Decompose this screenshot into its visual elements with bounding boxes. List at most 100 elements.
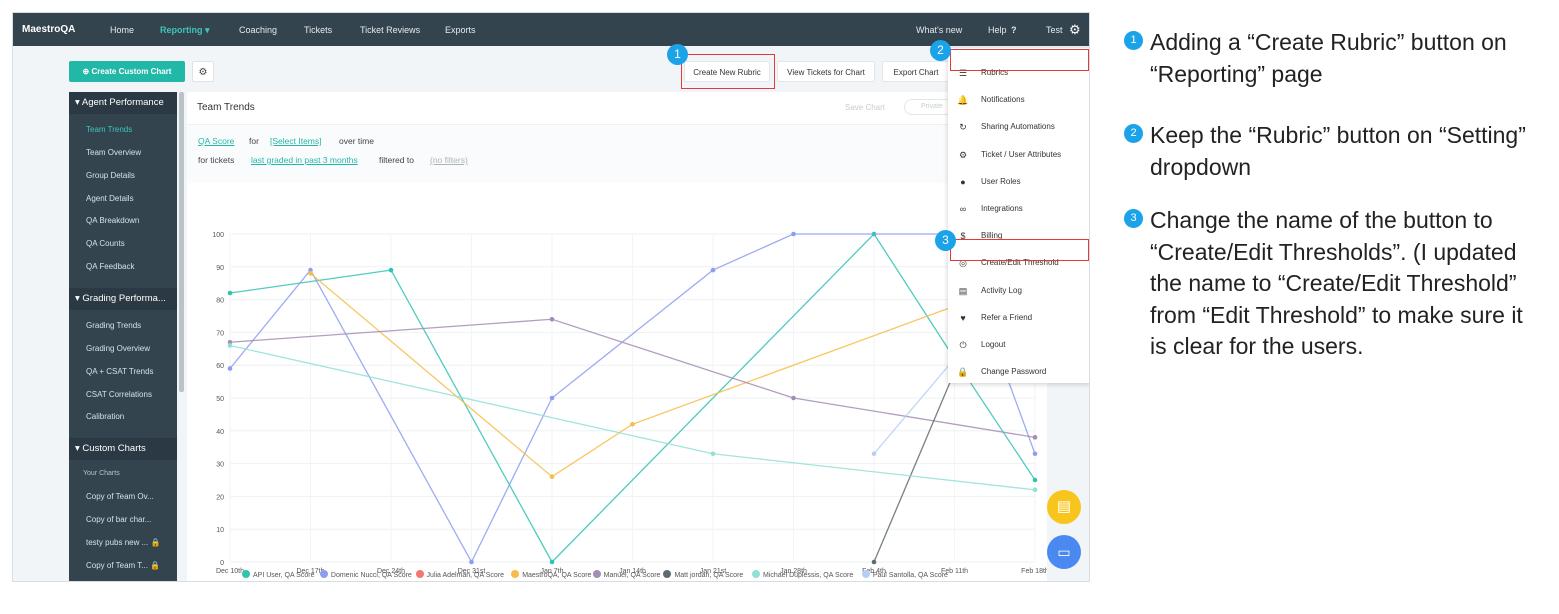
dropdown-item-sharing-automations[interactable]: ↻ Sharing Automations [948,116,1089,138]
dropdown-item-label: Refer a Friend [981,312,1033,322]
note-text: Keep the “Rubric” button on “Setting” dr… [1150,122,1526,180]
dropdown-item-label: Ticket / User Attributes [981,149,1062,159]
nav-ticket-reviews[interactable]: Ticket Reviews [360,25,420,35]
sidebar-item-csat-correlations[interactable]: CSAT Correlations [86,390,152,399]
sidebar-item-custom-chart[interactable]: testy pubs new ... 🔒 [86,538,160,547]
legend-swatch [592,570,601,578]
sidebar-item-group-details[interactable]: Group Details [86,171,135,180]
view-tickets-button[interactable]: View Tickets for Chart [777,61,875,82]
y-tick-label: 50 [216,396,224,403]
sidebar-item-custom-chart[interactable]: Copy of Team T... 🔒 [86,561,160,570]
help-link[interactable]: Help [988,25,1007,35]
note-text: Change the name of the button to “Create… [1150,207,1523,359]
legend-item[interactable]: API User, QA Score [242,570,314,579]
refresh-icon: ↻ [959,122,967,133]
items-select[interactable]: [Select Items] [270,136,322,146]
sidebar-item-qa-csat-trends[interactable]: QA + CSAT Trends [86,367,154,376]
x-tick-label: Dec 10th [216,568,244,575]
sidebar-item-team-overview[interactable]: Team Overview [86,148,141,157]
data-point-domenic-nucci-qa-score [549,395,555,401]
legend-item[interactable]: Michael Duplessis, QA Score [752,570,853,579]
create-custom-chart-button[interactable]: ⊕ Create Custom Chart [69,61,185,82]
legend-item[interactable]: Paul Santolla, QA Score [861,570,948,579]
dropdown-item-refer-a-friend[interactable]: ♥ Refer a Friend [948,307,1089,329]
log-icon: ▤ [958,285,968,296]
y-tick-label: 40 [216,429,224,436]
sidebar-item-team-trends[interactable]: Team Trends [86,125,132,134]
y-tick-label: 60 [216,363,224,370]
nav-home[interactable]: Home [110,25,134,35]
filter-text: over time [339,136,374,146]
dropdown-item-user-roles[interactable]: ● User Roles [948,171,1089,193]
highlight-box [950,239,1089,261]
dropdown-item-logout[interactable]: ⏻ Logout [948,334,1089,356]
chart-settings-gear-icon[interactable]: ⚙ [192,61,214,82]
filter-text: for tickets [198,155,235,165]
sidebar-item-custom-chart[interactable]: Copy of Team Ov... [86,492,154,501]
sidebar-section-agent-performance[interactable]: ▾ Agent Performance [69,92,177,114]
date-range-select[interactable]: last graded in past 3 months [251,155,358,165]
y-tick-label: 20 [216,494,224,501]
legend-item[interactable]: Manuel, QA Score [592,570,661,579]
dropdown-item-change-password[interactable]: 🔒 Change Password [948,361,1089,383]
data-point-maestroqa-qa-score [308,271,313,276]
data-point-matt-jordan-qa-score [871,559,877,565]
whats-new-link[interactable]: What's new [916,25,962,35]
sidebar-item-grading-trends[interactable]: Grading Trends [86,321,141,330]
sidebar-item-grading-overview[interactable]: Grading Overview [86,344,150,353]
nav-reporting[interactable]: Reporting ▾ [160,25,210,36]
legend-swatch [242,570,250,578]
nav-tickets[interactable]: Tickets [304,25,332,35]
sidebar-item-qa-breakdown[interactable]: QA Breakdown [86,216,139,225]
data-point-maestroqa-qa-score [549,474,555,480]
sidebar-item-qa-feedback[interactable]: QA Feedback [86,262,134,271]
legend-swatch [663,570,672,578]
y-tick-label: 70 [216,330,224,337]
sidebar-item-agent-details[interactable]: Agent Details [86,194,134,203]
sidebar-item-calibration[interactable]: Calibration [86,412,124,421]
data-point-michael-duplessis-qa-score [1032,487,1038,493]
save-chart-button[interactable]: Save Chart [845,103,885,112]
filters-select[interactable]: (no filters) [430,155,468,165]
legend-item[interactable]: Matt jordan, QA Score [663,570,743,579]
filter-text: for [249,136,259,146]
sidebar-scrollbar[interactable] [179,92,184,392]
sidebar-item-qa-counts[interactable]: QA Counts [86,239,125,248]
dropdown-item-integrations[interactable]: ∞ Integrations [948,198,1089,220]
reporting-sidebar: ▾ Agent Performance Team Trends Team Ove… [69,92,177,581]
private-toggle[interactable]: Private [904,99,954,115]
gear-icon[interactable]: ⚙ [1069,22,1081,38]
legend-item[interactable]: MaestroQA, QA Score [511,570,591,579]
help-icon[interactable]: ? [1011,25,1017,35]
heart-icon: ♥ [960,312,966,323]
note-text: Adding a “Create Rubric” button on “Repo… [1150,29,1507,87]
document-icon[interactable]: ▤ [1047,490,1081,524]
legend-item[interactable]: Domenic Nucci, QA Score [319,570,412,579]
dropdown-item-ticket-user-attributes[interactable]: ⚙ Ticket / User Attributes [948,144,1089,166]
lock-icon: 🔒 [957,367,969,378]
y-tick-label: 100 [212,232,224,239]
data-point-domenic-nucci-qa-score [791,231,796,237]
chat-icon[interactable]: ▭ [1047,535,1081,569]
dropdown-item-notifications[interactable]: 🔔 Notifications [948,89,1089,111]
user-name[interactable]: Test [1046,25,1063,35]
dropdown-item-label: Sharing Automations [981,122,1055,132]
sidebar-section-custom-charts[interactable]: ▾ Custom Charts [69,438,177,460]
sidebar-section-grading-performance[interactable]: ▾ Grading Performa... [69,288,177,310]
app-logo[interactable]: MaestroQA [22,24,75,35]
filter-bar: QA Score for [Select Items] over time fo… [187,125,1047,183]
sidebar-item-custom-chart[interactable]: Copy of bar char... [86,515,151,524]
note-number-badge: 1 [1124,31,1143,50]
highlight-box [681,54,775,89]
dropdown-item-activity-log[interactable]: ▤ Activity Log [948,280,1089,302]
export-chart-button[interactable]: Export Chart [882,61,950,82]
nav-coaching[interactable]: Coaching [239,25,277,35]
y-tick-label: 0 [220,560,224,567]
nav-exports[interactable]: Exports [445,25,476,35]
legend-label: Manuel, QA Score [603,572,661,579]
data-point-domenic-nucci-qa-score [469,559,474,565]
legend-swatch [415,570,424,578]
metric-select[interactable]: QA Score [198,136,234,146]
legend-item[interactable]: Julia Adelman, QA Score [415,570,504,579]
data-point-manuel-qa-score [1032,435,1038,440]
